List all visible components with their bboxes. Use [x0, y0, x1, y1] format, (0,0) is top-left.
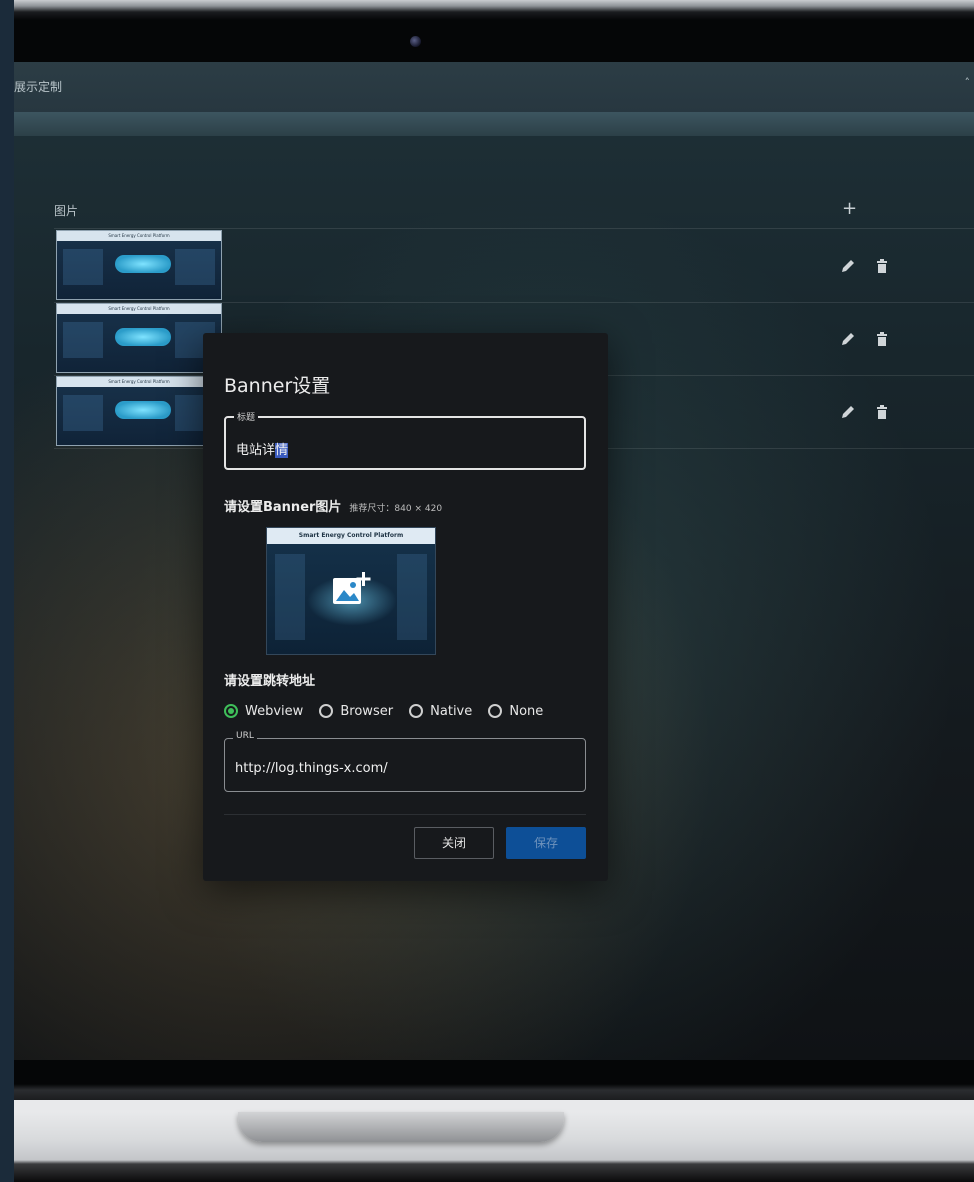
banner-settings-dialog: Banner设置 标题 电站详情 请设置Banner图片 推荐尺寸：840 × 4… [203, 333, 608, 881]
url-field[interactable]: URL http://log.things-x.com/ [224, 731, 586, 792]
radio-browser[interactable]: Browser [319, 704, 393, 719]
left-edge-strip [0, 0, 14, 1182]
banner-thumbnail[interactable]: Smart Energy Control Platform [56, 230, 222, 300]
url-field-value: http://log.things-x.com/ [235, 761, 388, 776]
thumbnail-hologram [115, 255, 171, 273]
radio-label: Native [430, 703, 473, 719]
chevron-up-icon[interactable]: ˄ [965, 76, 971, 89]
laptop-hinge [238, 1112, 564, 1142]
text-selection: 情 [275, 443, 289, 458]
sub-header-bar [14, 112, 974, 136]
webcam [410, 36, 421, 47]
dialog-title: Banner设置 [224, 375, 331, 397]
radio-label: None [509, 703, 544, 719]
preview-title: Smart Energy Control Platform [298, 532, 404, 539]
radio-dot [409, 704, 424, 718]
pencil-icon[interactable] [840, 258, 856, 274]
save-button[interactable]: 保存 [506, 827, 586, 859]
banner-thumbnail[interactable]: Smart Energy Control Platform [56, 303, 222, 373]
trash-icon[interactable] [874, 258, 890, 274]
image-size-hint: 推荐尺寸：840 × 420 [349, 504, 443, 514]
pencil-icon[interactable] [840, 331, 856, 347]
dialog-divider [224, 814, 586, 815]
trash-icon[interactable] [874, 404, 890, 420]
radio-dot [224, 704, 238, 718]
title-field-value: 电站详情 [236, 443, 289, 458]
radio-label: Browser [340, 703, 394, 719]
preview-panel [397, 554, 427, 640]
preview-panel [275, 554, 305, 640]
thumbnail-title: Smart Energy Control Platform [108, 379, 170, 384]
thumbnail-hologram [115, 328, 171, 346]
redirect-label: 请设置跳转地址 [224, 674, 316, 689]
thumbnail-panel [63, 322, 103, 358]
radio-native[interactable]: Native [409, 704, 472, 719]
thumbnail-panel [63, 395, 103, 431]
title-field-legend: 标题 [234, 410, 259, 423]
laptop-bottom-bezel [14, 1060, 974, 1100]
banner-image-upload[interactable]: Smart Energy Control Platform [266, 527, 436, 655]
page-header: 展示定制 ˄ [14, 62, 974, 112]
radio-webview[interactable]: Webview [224, 704, 303, 719]
images-section-label: 图片 [54, 204, 79, 218]
redirect-type-radio-group: Webview Browser Native None [224, 703, 554, 723]
thumbnail-title: Smart Energy Control Platform [108, 233, 170, 238]
laptop-screen: 展示定制 ˄ 图片 + Smart Energy Control Platfor… [14, 62, 974, 1060]
radio-none[interactable]: None [488, 704, 543, 719]
plus-icon[interactable]: + [842, 198, 857, 219]
trash-icon[interactable] [874, 331, 890, 347]
radio-dot [319, 704, 334, 718]
url-field-legend: URL [233, 731, 257, 741]
radio-dot [488, 704, 503, 718]
thumbnail-title: Smart Energy Control Platform [108, 306, 170, 311]
laptop-top-bezel [14, 0, 974, 62]
banner-thumbnail[interactable]: Smart Energy Control Platform [56, 376, 222, 446]
title-field[interactable]: 标题 电站详情 [224, 410, 586, 470]
add-image-icon[interactable] [331, 570, 371, 610]
thumbnail-panel [63, 249, 103, 285]
thumbnail-hologram [115, 401, 171, 419]
row-divider [54, 228, 974, 229]
radio-label: Webview [245, 703, 304, 719]
close-button[interactable]: 关闭 [414, 827, 494, 859]
page-title: 展示定制 [14, 80, 63, 94]
thumbnail-panel [175, 249, 215, 285]
pencil-icon[interactable] [840, 404, 856, 420]
banner-image-label: 请设置Banner图片 推荐尺寸：840 × 420 [224, 500, 443, 515]
